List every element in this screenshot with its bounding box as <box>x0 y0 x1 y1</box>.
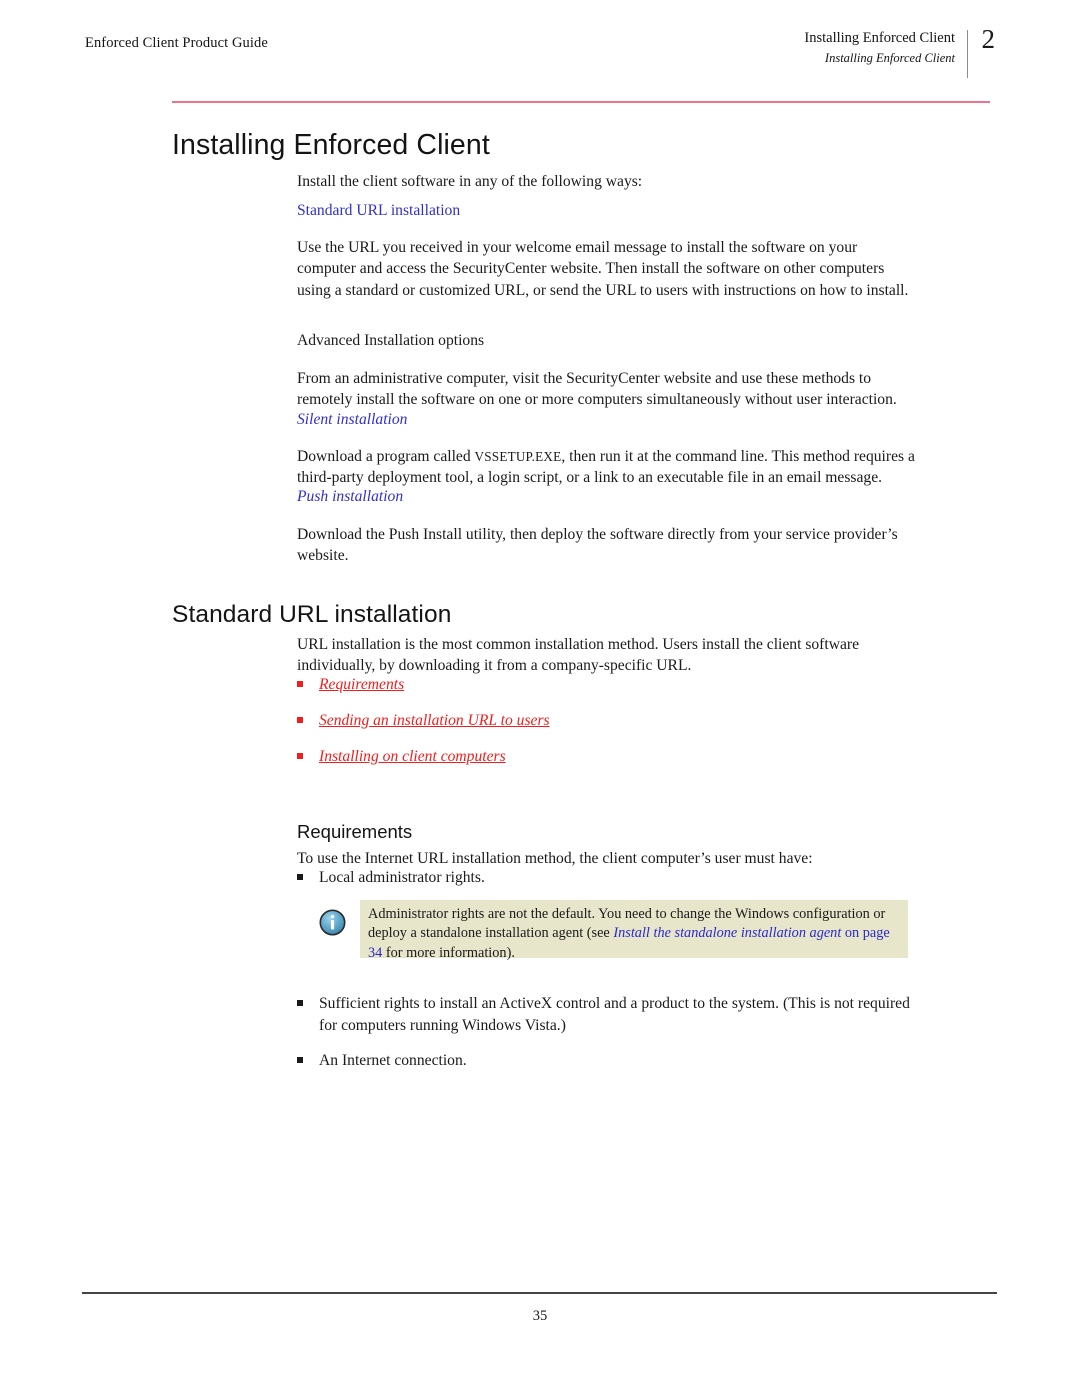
square-bullet-icon <box>297 717 303 723</box>
xref-link-label[interactable]: Requirements <box>319 674 922 696</box>
requirement-bullet-local-admin: Local administrator rights. <box>297 867 922 889</box>
square-bullet-icon <box>297 681 303 687</box>
requirement-bullet-activex-rights: Sufficient rights to install an ActiveX … <box>297 993 922 1036</box>
section-intro-requirements: To use the Internet URL installation met… <box>297 849 813 867</box>
square-bullet-icon <box>297 1057 303 1063</box>
header-guide-title: Enforced Client Product Guide <box>85 35 268 51</box>
method-heading-push-installation: Push installation <box>297 488 404 505</box>
info-note-xref-link[interactable]: Install the standalone installation agen… <box>613 925 841 941</box>
section-title-requirements: Requirements <box>297 820 413 842</box>
footer-rule <box>82 1292 997 1294</box>
silent-body-before: Download a program called <box>297 447 475 465</box>
chapter-title: Installing Enforced Client <box>172 129 490 162</box>
xref-link-label[interactable]: Installing on client computers <box>319 746 922 768</box>
method-heading-silent-installation: Silent installation <box>297 411 408 428</box>
header-divider <box>967 30 968 78</box>
chapter-title-rule <box>172 101 990 103</box>
chapter-intro-paragraph: Install the client software in any of th… <box>297 172 643 190</box>
requirement-bullet-label: An Internet connection. <box>319 1052 467 1069</box>
page-running-header: Enforced Client Product Guide Installing… <box>85 24 996 84</box>
info-note-text: Administrator rights are not the default… <box>368 905 903 963</box>
method-heading-standard-url: Standard URL installation <box>297 202 461 219</box>
method-body-standard-url: Use the URL you received in your welcome… <box>297 238 909 299</box>
requirement-bullet-label: Sufficient rights to install an ActiveX … <box>319 995 910 1034</box>
method-body-advanced-options: From an administrative computer, visit t… <box>297 369 897 409</box>
method-body-push-installation: Download the Push Install utility, then … <box>297 525 898 565</box>
info-icon <box>319 909 346 936</box>
square-bullet-icon <box>297 874 303 880</box>
requirement-bullet-internet-connection: An Internet connection. <box>297 1050 922 1072</box>
xref-link-label[interactable]: Sending an installation URL to users <box>319 710 922 732</box>
header-chapter-title: Installing Enforced Client <box>804 30 955 46</box>
vssetup-exe-filename: VSSETUP.EXE <box>474 448 562 464</box>
method-body-silent-installation: Download a program called VSSETUP.EXE, t… <box>297 446 917 489</box>
section-intro-standard-url: URL installation is the most common inst… <box>297 635 860 675</box>
requirement-bullet-label: Local administrator rights. <box>319 869 485 886</box>
header-chapter-number: 2 <box>981 24 996 54</box>
info-note-text-tail: for more information). <box>382 944 515 961</box>
xref-link-installing-on-client-computers[interactable]: Installing on client computers <box>297 746 922 768</box>
section-title-standard-url-installation: Standard URL installation <box>172 601 452 629</box>
method-heading-advanced-options: Advanced Installation options <box>297 332 485 349</box>
header-right-titles: Installing Enforced Client Installing En… <box>804 28 955 67</box>
square-bullet-icon <box>297 753 303 759</box>
square-bullet-icon <box>297 1000 303 1006</box>
xref-link-sending-installation-url[interactable]: Sending an installation URL to users <box>297 710 922 732</box>
xref-link-requirements[interactable]: Requirements <box>297 674 922 696</box>
info-note-callout: Administrator rights are not the default… <box>305 900 908 961</box>
header-section-title: Installing Enforced Client <box>824 51 955 66</box>
footer-page-number: 35 <box>532 1308 548 1324</box>
